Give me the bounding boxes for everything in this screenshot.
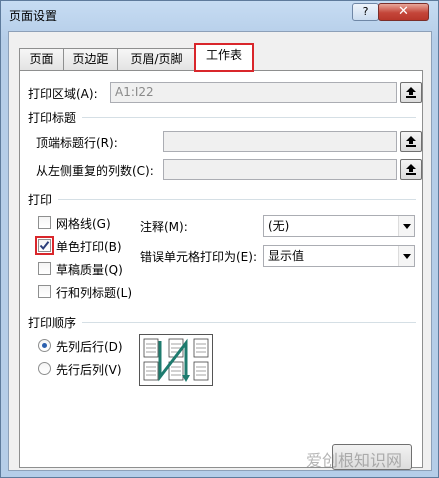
group-divider [82, 117, 416, 118]
draft-quality-label: 草稿质量(Q) [56, 263, 123, 277]
sheet-panel: 打印区域(A): A1:I22 打印标题 顶端标题行(R): 从左侧重复的列数(… [19, 70, 423, 468]
print-group-label: 打印 [28, 193, 53, 207]
columns-collapse-button[interactable] [400, 159, 422, 180]
tab-sheet[interactable]: 工作表 [194, 43, 254, 72]
close-button[interactable]: ✕ [378, 3, 429, 21]
down-then-over-label: 先列后行(D) [56, 340, 123, 354]
checkbox-box[interactable] [35, 236, 54, 255]
collapse-icon [406, 87, 416, 98]
cell-errors-value: 显示值 [268, 249, 305, 263]
tab-margins[interactable]: 页边距 [63, 48, 118, 70]
over-then-down-label: 先行后列(V) [56, 363, 122, 377]
cell-errors-select[interactable]: 显示值 [263, 245, 415, 267]
title-bar: 页面设置 ? ✕ [1, 1, 438, 31]
group-divider [58, 199, 416, 200]
black-and-white-checkbox[interactable]: 单色打印(B) [35, 236, 128, 255]
watermark-text: 爱创根知识网 [306, 451, 403, 470]
group-divider [82, 322, 416, 323]
print-titles-group-label: 打印标题 [28, 111, 77, 125]
cell-errors-label: 错误单元格打印为(E): [140, 250, 257, 264]
columns-to-repeat-label: 从左侧重复的列数(C): [36, 164, 154, 178]
over-then-down-radio[interactable]: 先行后列(V) [38, 361, 134, 377]
down-then-over-radio[interactable]: 先列后行(D) [38, 338, 134, 354]
row-column-headings-label: 行和列标题(L) [56, 286, 133, 300]
columns-to-repeat-input[interactable] [163, 159, 397, 180]
checkbox-box[interactable] [38, 285, 51, 298]
collapse-icon [406, 164, 416, 175]
draft-quality-checkbox[interactable]: 草稿质量(Q) [38, 261, 128, 277]
tab-header-footer[interactable]: 页眉/页脚 [117, 48, 196, 70]
rows-to-repeat-label: 顶端标题行(R): [36, 136, 118, 150]
rows-collapse-button[interactable] [400, 131, 422, 152]
dialog-title: 页面设置 [9, 9, 58, 23]
comments-select[interactable]: (无) [263, 215, 415, 237]
gridlines-label: 网格线(G) [56, 217, 111, 231]
page-order-preview [139, 334, 213, 386]
chevron-down-icon[interactable] [398, 216, 414, 236]
chevron-down-icon[interactable] [398, 246, 414, 266]
checkmark-icon [39, 241, 50, 251]
comments-value: (无) [268, 219, 290, 233]
collapse-icon [406, 136, 416, 147]
radio-dot[interactable] [38, 362, 51, 375]
page-order-group-label: 打印顺序 [28, 316, 77, 330]
checkbox-box[interactable] [38, 216, 51, 229]
page-order-illustration [143, 338, 209, 382]
help-button[interactable]: ? [352, 3, 379, 21]
row-column-headings-checkbox[interactable]: 行和列标题(L) [38, 284, 138, 300]
print-area-label: 打印区域(A): [28, 87, 98, 101]
radio-dot[interactable] [38, 339, 51, 352]
dialog-client: 页面 页边距 页眉/页脚 工作表 打印区域(A): A1:I22 打印标题 顶端… [8, 31, 432, 471]
rows-to-repeat-input[interactable] [163, 131, 397, 152]
print-area-collapse-button[interactable] [400, 82, 422, 103]
page-setup-dialog: 页面设置 ? ✕ 页面 页边距 页眉/页脚 工作表 打印区域(A): A1:I2… [0, 0, 439, 478]
gridlines-checkbox[interactable]: 网格线(G) [38, 215, 128, 231]
print-area-input[interactable]: A1:I22 [110, 82, 397, 103]
black-and-white-label: 单色打印(B) [56, 240, 122, 254]
comments-label: 注释(M): [140, 220, 188, 234]
checkbox-box[interactable] [38, 262, 51, 275]
tab-page[interactable]: 页面 [19, 48, 64, 70]
